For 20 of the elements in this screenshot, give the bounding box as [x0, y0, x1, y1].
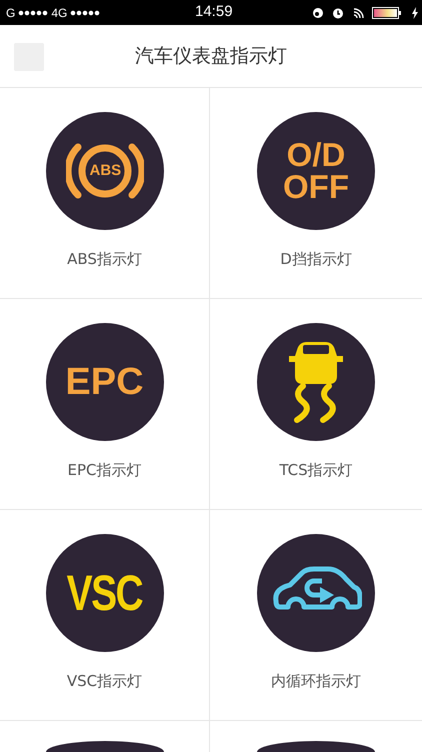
- charging-icon: [412, 6, 418, 18]
- indicator-label: 内循环指示灯: [271, 672, 361, 691]
- signal-icon: [18, 8, 48, 16]
- carrier-label: G: [6, 6, 16, 20]
- signal-icon: [70, 8, 100, 16]
- indicator-label: TCS指示灯: [279, 461, 353, 480]
- indicator-symbol: EPC: [65, 360, 144, 404]
- clock-time: 14:59: [195, 3, 233, 20]
- alarm-icon: [332, 6, 344, 18]
- indicator-symbol: ABS: [90, 162, 122, 180]
- indicator-symbol: O/D OFF: [283, 139, 349, 203]
- battery-icon: [372, 6, 404, 18]
- indicator-label: ABS指示灯: [67, 250, 142, 269]
- indicator-label: EPC指示灯: [68, 461, 142, 480]
- indicator-label: VSC指示灯: [66, 672, 142, 691]
- indicator-symbol: VSC: [66, 564, 142, 622]
- network-label: 4G: [51, 6, 68, 20]
- indicator-label: D挡指示灯: [280, 250, 352, 269]
- page-title: 汽车仪表盘指示灯: [135, 44, 287, 69]
- wifi-icon: [352, 6, 364, 18]
